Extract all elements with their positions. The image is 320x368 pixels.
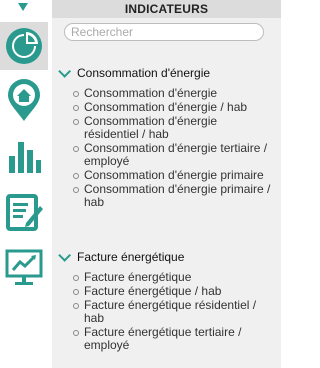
collapse-arrow-icon[interactable] [18,3,28,11]
sidebar-item-pie-chart[interactable] [0,22,48,70]
list-item[interactable]: Consommation d'énergie primaire / hab [52,183,281,209]
section-facture: Facture énergétique Facture énergétique … [52,248,281,353]
list-item[interactable]: Consommation d'énergie / hab [52,101,281,114]
sidebar-item-document-edit[interactable] [0,188,48,236]
section-header[interactable]: Facture énergétique [52,248,281,265]
list-item[interactable]: Facture énergétique tertiaire / employé [52,326,281,352]
list-item[interactable]: Consommation d'énergie primaire [52,169,281,182]
section-consommation: Consommation d'énergie Consommation d'én… [52,64,281,210]
indicators-panel: Consommation d'énergie Consommation d'én… [52,18,281,368]
indicator-list: Facture énergétique Facture énergétique … [52,271,281,352]
list-item[interactable]: Consommation d'énergie [52,87,281,100]
list-item[interactable]: Consommation d'énergie résidentiel / hab [52,115,281,141]
chevron-down-icon [58,64,71,78]
monitor-chart-icon [5,249,43,285]
panel-title: INDICATEURS [124,2,209,16]
section-title: Consommation d'énergie [77,66,211,80]
bar-chart-icon [9,142,41,173]
list-item[interactable]: Facture énergétique [52,271,281,284]
chevron-down-icon [58,248,71,262]
list-item[interactable]: Facture énergétique / hab [52,285,281,298]
search-input[interactable] [64,23,264,41]
panel-header: INDICATEURS [52,0,281,19]
pie-chart-icon [6,28,42,64]
section-header[interactable]: Consommation d'énergie [52,64,281,81]
section-title: Facture énergétique [77,250,185,264]
sidebar [0,0,52,368]
list-item[interactable]: Facture énergétique résidentiel / hab [52,299,281,325]
document-edit-icon [6,194,43,231]
indicator-list: Consommation d'énergie Consommation d'én… [52,87,281,209]
sidebar-item-monitor-chart[interactable] [0,244,48,292]
list-item[interactable]: Consommation d'énergie tertiaire / emplo… [52,142,281,168]
sidebar-item-bar-chart[interactable] [0,132,48,180]
sidebar-item-home-pin[interactable] [0,77,48,125]
home-pin-icon [8,79,40,121]
